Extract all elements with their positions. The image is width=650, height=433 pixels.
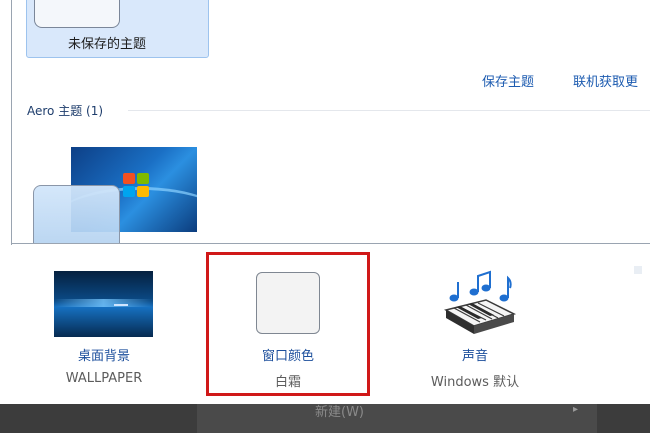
get-more-themes-online-link[interactable]: 联机获取更 xyxy=(573,71,638,90)
theme-thumbnail xyxy=(34,0,120,28)
music-notes-icon xyxy=(449,270,512,302)
theme-glass-preview xyxy=(33,185,120,244)
new-menu-item[interactable]: 新建(W) xyxy=(315,401,364,420)
theme-list-panel: 未保存的主题 保存主题 联机获取更 Aero 主题 (1) xyxy=(0,0,650,245)
section-divider xyxy=(128,110,650,111)
desktop-background-value: WALLPAPER xyxy=(65,371,143,386)
submenu-arrow-icon: ▸ xyxy=(573,404,579,415)
aero-themes-heading: Aero 主题 (1) xyxy=(27,104,104,118)
panel-border-left xyxy=(11,0,12,245)
wallpaper-glow xyxy=(54,299,153,307)
taskbar: 新建(W) ▸ xyxy=(0,404,650,433)
annotation-highlight-box xyxy=(206,252,370,396)
desktop-background-title[interactable]: 桌面背景 xyxy=(34,345,174,364)
sounds-item[interactable]: 声音 Windows 默认 xyxy=(405,345,545,390)
theme-label: 未保存的主题 xyxy=(68,37,147,52)
desktop-background-thumbnail[interactable] xyxy=(54,271,153,337)
panel-border-bottom xyxy=(11,243,650,244)
windows-logo-icon xyxy=(123,173,151,199)
scrollbar-fragment xyxy=(634,266,642,274)
theme-tile-unsaved[interactable]: 未保存的主题 xyxy=(26,0,209,58)
wallpaper-brand-mark xyxy=(114,304,128,306)
context-menu-fragment: 新建(W) ▸ xyxy=(197,404,597,433)
sounds-value: Windows 默认 xyxy=(430,375,520,390)
piano-keyboard-icon xyxy=(444,299,517,334)
sounds-title[interactable]: 声音 xyxy=(405,345,545,364)
desktop-background-item[interactable]: 桌面背景 WALLPAPER xyxy=(34,345,174,386)
save-theme-link[interactable]: 保存主题 xyxy=(482,71,534,90)
sounds-icon[interactable] xyxy=(440,270,518,340)
